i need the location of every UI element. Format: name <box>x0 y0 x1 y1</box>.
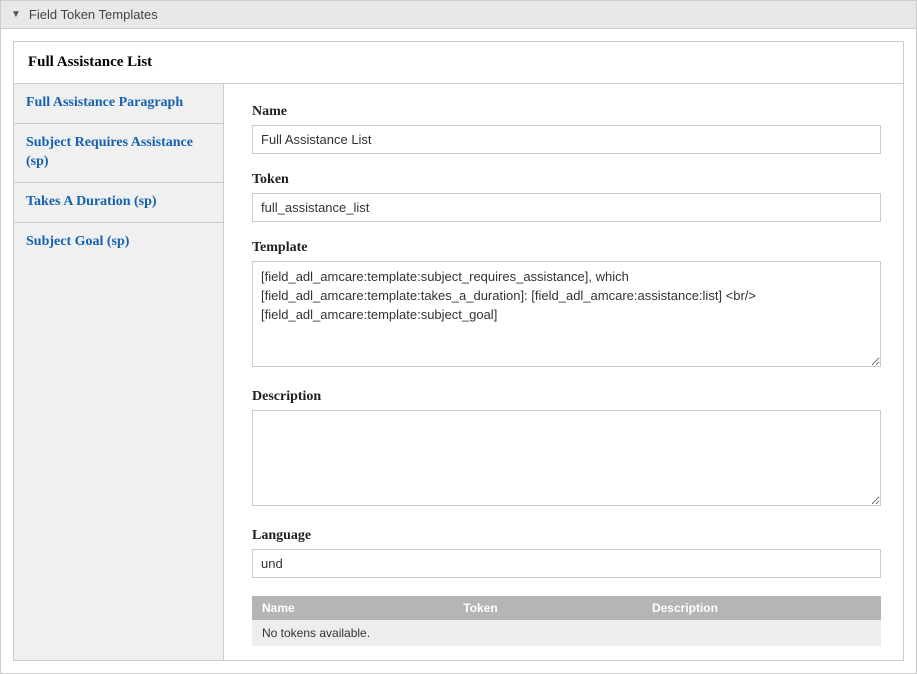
token-table-header-name: Name <box>252 596 453 620</box>
token-table-header-row: Name Token Description <box>252 596 881 620</box>
token-table-header-token: Token <box>453 596 642 620</box>
chevron-down-icon: ▼ <box>11 9 21 20</box>
description-label: Description <box>252 389 881 405</box>
description-textarea[interactable] <box>252 410 881 506</box>
panel-title: Full Assistance List <box>14 42 903 84</box>
token-table-empty-message: No tokens available. <box>252 620 881 646</box>
language-label: Language <box>252 528 881 544</box>
fieldset-title: Field Token Templates <box>29 7 158 22</box>
token-table-empty-row: No tokens available. <box>252 620 881 646</box>
token-table: Name Token Description No tokens availab… <box>252 596 881 646</box>
language-input[interactable] <box>252 549 881 578</box>
vertical-tabs: Full Assistance Paragraph Subject Requir… <box>14 84 224 660</box>
form-content: Name Token Template Description Language <box>224 84 903 660</box>
panel-body: Full Assistance Paragraph Subject Requir… <box>14 84 903 660</box>
template-textarea[interactable] <box>252 261 881 367</box>
fieldset-body: Full Assistance List Full Assistance Par… <box>0 29 917 674</box>
tab-full-assistance-paragraph[interactable]: Full Assistance Paragraph <box>14 84 223 124</box>
tab-subject-requires-assistance[interactable]: Subject Requires Assistance (sp) <box>14 124 223 183</box>
tab-takes-a-duration[interactable]: Takes A Duration (sp) <box>14 183 223 223</box>
fieldset-toggle[interactable]: ▼ Field Token Templates <box>0 0 917 29</box>
token-label: Token <box>252 172 881 188</box>
name-label: Name <box>252 104 881 120</box>
name-input[interactable] <box>252 125 881 154</box>
tab-subject-goal[interactable]: Subject Goal (sp) <box>14 223 223 262</box>
inner-panel: Full Assistance List Full Assistance Par… <box>13 41 904 661</box>
token-table-header-description: Description <box>642 596 881 620</box>
token-input[interactable] <box>252 193 881 222</box>
template-label: Template <box>252 240 881 256</box>
